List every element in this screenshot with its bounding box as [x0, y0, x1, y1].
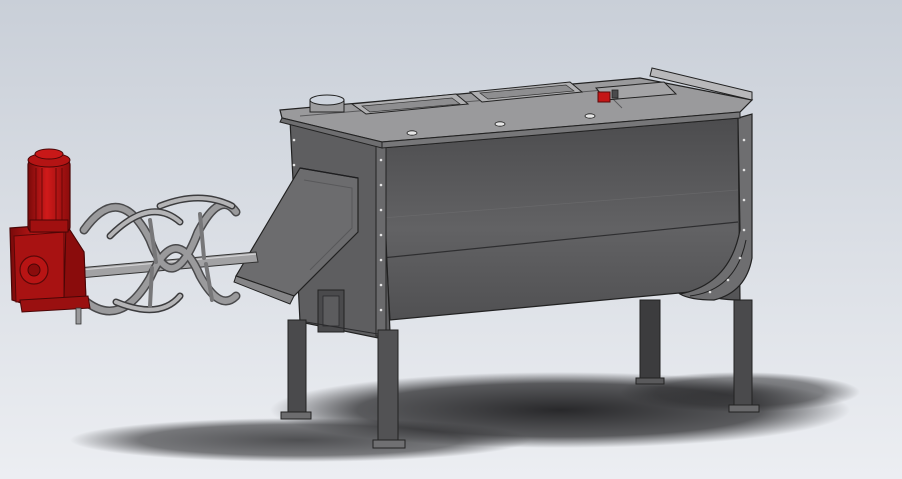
drive-motor: [27, 148, 71, 233]
trough-body: [379, 113, 753, 321]
ribbon-blender-model: [0, 0, 902, 479]
cad-viewport[interactable]: [0, 0, 902, 479]
inlet-nozzle: [309, 94, 345, 113]
